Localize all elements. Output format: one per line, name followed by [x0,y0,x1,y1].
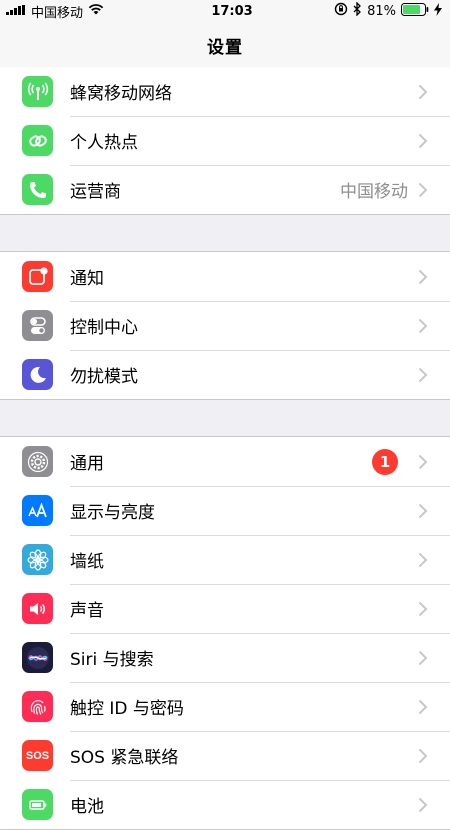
charging-bolt-icon [434,2,442,20]
chevron-right-icon [418,454,428,469]
chevron-right-icon [418,133,428,148]
cellular-antenna-icon [22,76,53,107]
settings-row-battery[interactable]: 电池 [0,780,450,829]
settings-group-general: 通用 1 显示与亮度 墙纸 声音 Siri 与搜索 触控 ID 与密码 SOS … [0,436,450,830]
settings-row-carrier[interactable]: 运营商 中国移动 [0,165,450,214]
settings-group-connectivity: 蜂窝移动网络 个人热点 运营商 中国移动 [0,67,450,215]
page-title: 设置 [207,37,243,58]
settings-row-wallpaper[interactable]: 墙纸 [0,535,450,584]
update-badge: 1 [372,448,398,475]
carrier-name: 中国移动 [31,5,84,21]
rotation-lock-icon [334,2,348,20]
sos-icon: SOS [22,740,53,771]
chevron-right-icon [418,650,428,665]
settings-row-label: 运营商 [70,182,121,202]
battery-icon [22,789,53,820]
settings-row-label: 蜂窝移动网络 [70,84,172,104]
settings-row-touch-id-passcode[interactable]: 触控 ID 与密码 [0,682,450,731]
settings-row-label: 声音 [70,601,104,621]
chevron-right-icon [418,84,428,99]
chevron-right-icon [418,367,428,382]
navigation-bar: 设置 [0,22,450,69]
settings-row-emergency-sos[interactable]: SOS SOS 紧急联络 [0,731,450,780]
settings-row-label: 触控 ID 与密码 [70,699,184,719]
settings-row-control-center[interactable]: 控制中心 [0,301,450,350]
settings-row-label: Siri 与搜索 [70,650,154,670]
settings-row-sounds[interactable]: 声音 [0,584,450,633]
settings-row-label: 墙纸 [70,552,104,572]
chevron-right-icon [418,699,428,714]
chevron-right-icon [418,552,428,567]
settings-group-notifications: 通知 控制中心 勿扰模式 [0,251,450,400]
settings-row-label: 个人热点 [70,133,138,153]
sos-icon-text: SOS [25,749,50,762]
settings-row-label: 通用 [70,454,104,474]
text-size-icon [22,495,53,526]
status-time: 17:03 [211,3,253,19]
bluetooth-icon [353,1,362,20]
notification-icon [22,261,53,292]
settings-row-label: 电池 [70,797,104,817]
settings-row-label: 勿扰模式 [70,367,138,387]
battery-icon [401,2,429,20]
siri-icon [22,642,53,673]
chevron-right-icon [418,318,428,333]
settings-row-label: 显示与亮度 [70,503,155,523]
phone-icon [22,174,53,205]
gear-icon [22,446,53,477]
chevron-right-icon [418,503,428,518]
status-bar: 中国移动 17:03 81% [0,0,450,22]
toggle-switches-icon [22,310,53,341]
speaker-icon [22,593,53,624]
settings-row-label: 控制中心 [70,318,138,338]
chevron-right-icon [418,269,428,284]
battery-percentage: 81% [367,3,396,19]
status-right: 81% [334,1,450,20]
wifi-icon [88,3,104,19]
settings-row-do-not-disturb[interactable]: 勿扰模式 [0,350,450,399]
settings-row-label: 通知 [70,269,104,289]
hotspot-link-icon [22,125,53,156]
moon-icon [22,359,53,390]
settings-row-notifications[interactable]: 通知 [0,252,450,301]
chevron-right-icon [418,748,428,763]
chevron-right-icon [418,601,428,616]
fingerprint-icon [22,691,53,722]
signal-bars-icon [6,4,26,19]
settings-row-cellular[interactable]: 蜂窝移动网络 [0,67,450,116]
flower-icon [22,544,53,575]
settings-row-label: SOS 紧急联络 [70,748,179,768]
settings-row-general[interactable]: 通用 1 [0,437,450,486]
chevron-right-icon [418,797,428,812]
settings-row-hotspot[interactable]: 个人热点 [0,116,450,165]
settings-row-display-brightness[interactable]: 显示与亮度 [0,486,450,535]
chevron-right-icon [418,182,428,197]
carrier-detail-value: 中国移动 [340,182,408,202]
settings-row-siri-search[interactable]: Siri 与搜索 [0,633,450,682]
